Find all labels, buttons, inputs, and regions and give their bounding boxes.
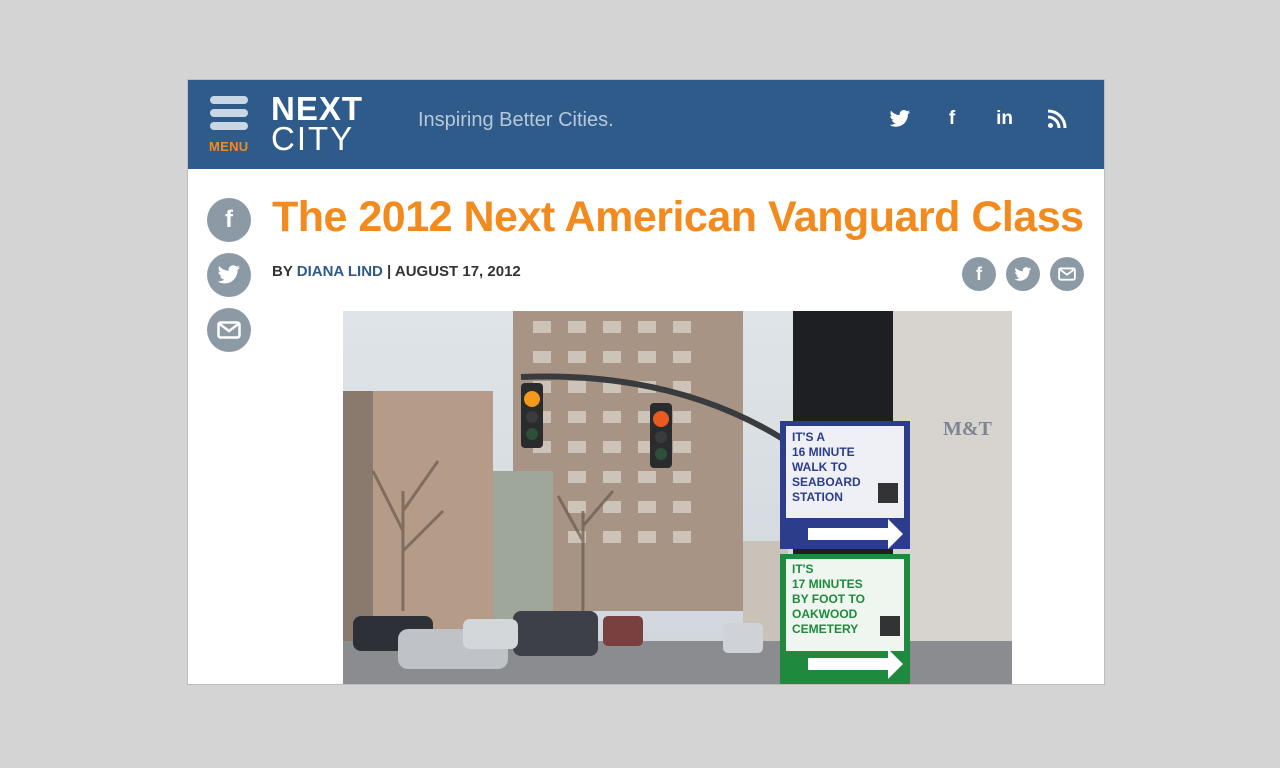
- site-tagline: Inspiring Better Cities.: [418, 109, 614, 131]
- sign2-line-5: CEMETERY: [792, 622, 858, 636]
- envelope-icon: [217, 321, 241, 339]
- byline-prefix: BY: [272, 263, 293, 280]
- article-photo: M&T IT'S A 16 MINUTE WALK TO SEABOARD ST…: [343, 311, 1012, 684]
- header-social-links: f in: [867, 104, 1072, 134]
- twitter-icon: [1014, 266, 1032, 281]
- email-share-button[interactable]: [1050, 257, 1084, 291]
- sign2-line-2: 17 MINUTES: [792, 577, 863, 591]
- facebook-icon: f: [225, 206, 233, 233]
- street-scene-image: M&T IT'S A 16 MINUTE WALK TO SEABOARD ST…: [343, 311, 1012, 684]
- next-city-logo[interactable]: NEXT CITY: [271, 92, 363, 155]
- side-share-bar: f: [207, 198, 251, 363]
- site-header: MENU NEXT CITY Inspiring Better Cities. …: [188, 80, 1104, 169]
- sign2-line-1: IT'S: [792, 562, 814, 576]
- sign2-line-3: BY FOOT TO: [792, 592, 865, 606]
- menu-label: MENU: [209, 139, 249, 154]
- twitter-share-button[interactable]: [1006, 257, 1040, 291]
- sign1-line-1: IT'S A: [792, 430, 825, 444]
- facebook-icon: f: [976, 264, 982, 284]
- email-share-button[interactable]: [207, 308, 251, 352]
- hamburger-icon: [210, 96, 248, 104]
- sign2-line-4: OAKWOOD: [792, 607, 858, 621]
- facebook-icon[interactable]: f: [937, 104, 967, 134]
- inline-share-bar: f: [962, 257, 1084, 291]
- sign1-line-5: STATION: [792, 490, 843, 504]
- qr-code-icon: [878, 483, 898, 503]
- sign1-line-4: SEABOARD: [792, 475, 861, 489]
- facebook-share-button[interactable]: f: [962, 257, 996, 291]
- qr-code-icon: [880, 616, 900, 636]
- twitter-icon[interactable]: [885, 104, 915, 134]
- publish-date: AUGUST 17, 2012: [394, 263, 521, 280]
- rss-icon[interactable]: [1042, 104, 1072, 134]
- linkedin-icon[interactable]: in: [990, 104, 1020, 134]
- sign1-line-3: WALK TO: [792, 460, 847, 474]
- browser-frame: MENU NEXT CITY Inspiring Better Cities. …: [188, 80, 1104, 684]
- envelope-icon: [1058, 267, 1076, 281]
- article-title: The 2012 Next American Vanguard Class: [272, 193, 1084, 241]
- facebook-share-button[interactable]: f: [207, 198, 251, 242]
- article-byline: BY DIANA LIND | AUGUST 17, 2012: [272, 263, 521, 280]
- sign1-line-2: 16 MINUTE: [792, 445, 855, 459]
- hamburger-icon-bar: [210, 109, 248, 117]
- author-link[interactable]: DIANA LIND: [297, 263, 383, 280]
- byline-separator: |: [387, 263, 392, 280]
- hamburger-icon-bar: [210, 122, 248, 130]
- twitter-icon: [217, 265, 240, 284]
- logo-line-2: CITY: [271, 120, 355, 157]
- twitter-share-button[interactable]: [207, 253, 251, 297]
- building-sign-text: M&T: [943, 418, 993, 440]
- menu-button[interactable]: MENU: [208, 96, 252, 154]
